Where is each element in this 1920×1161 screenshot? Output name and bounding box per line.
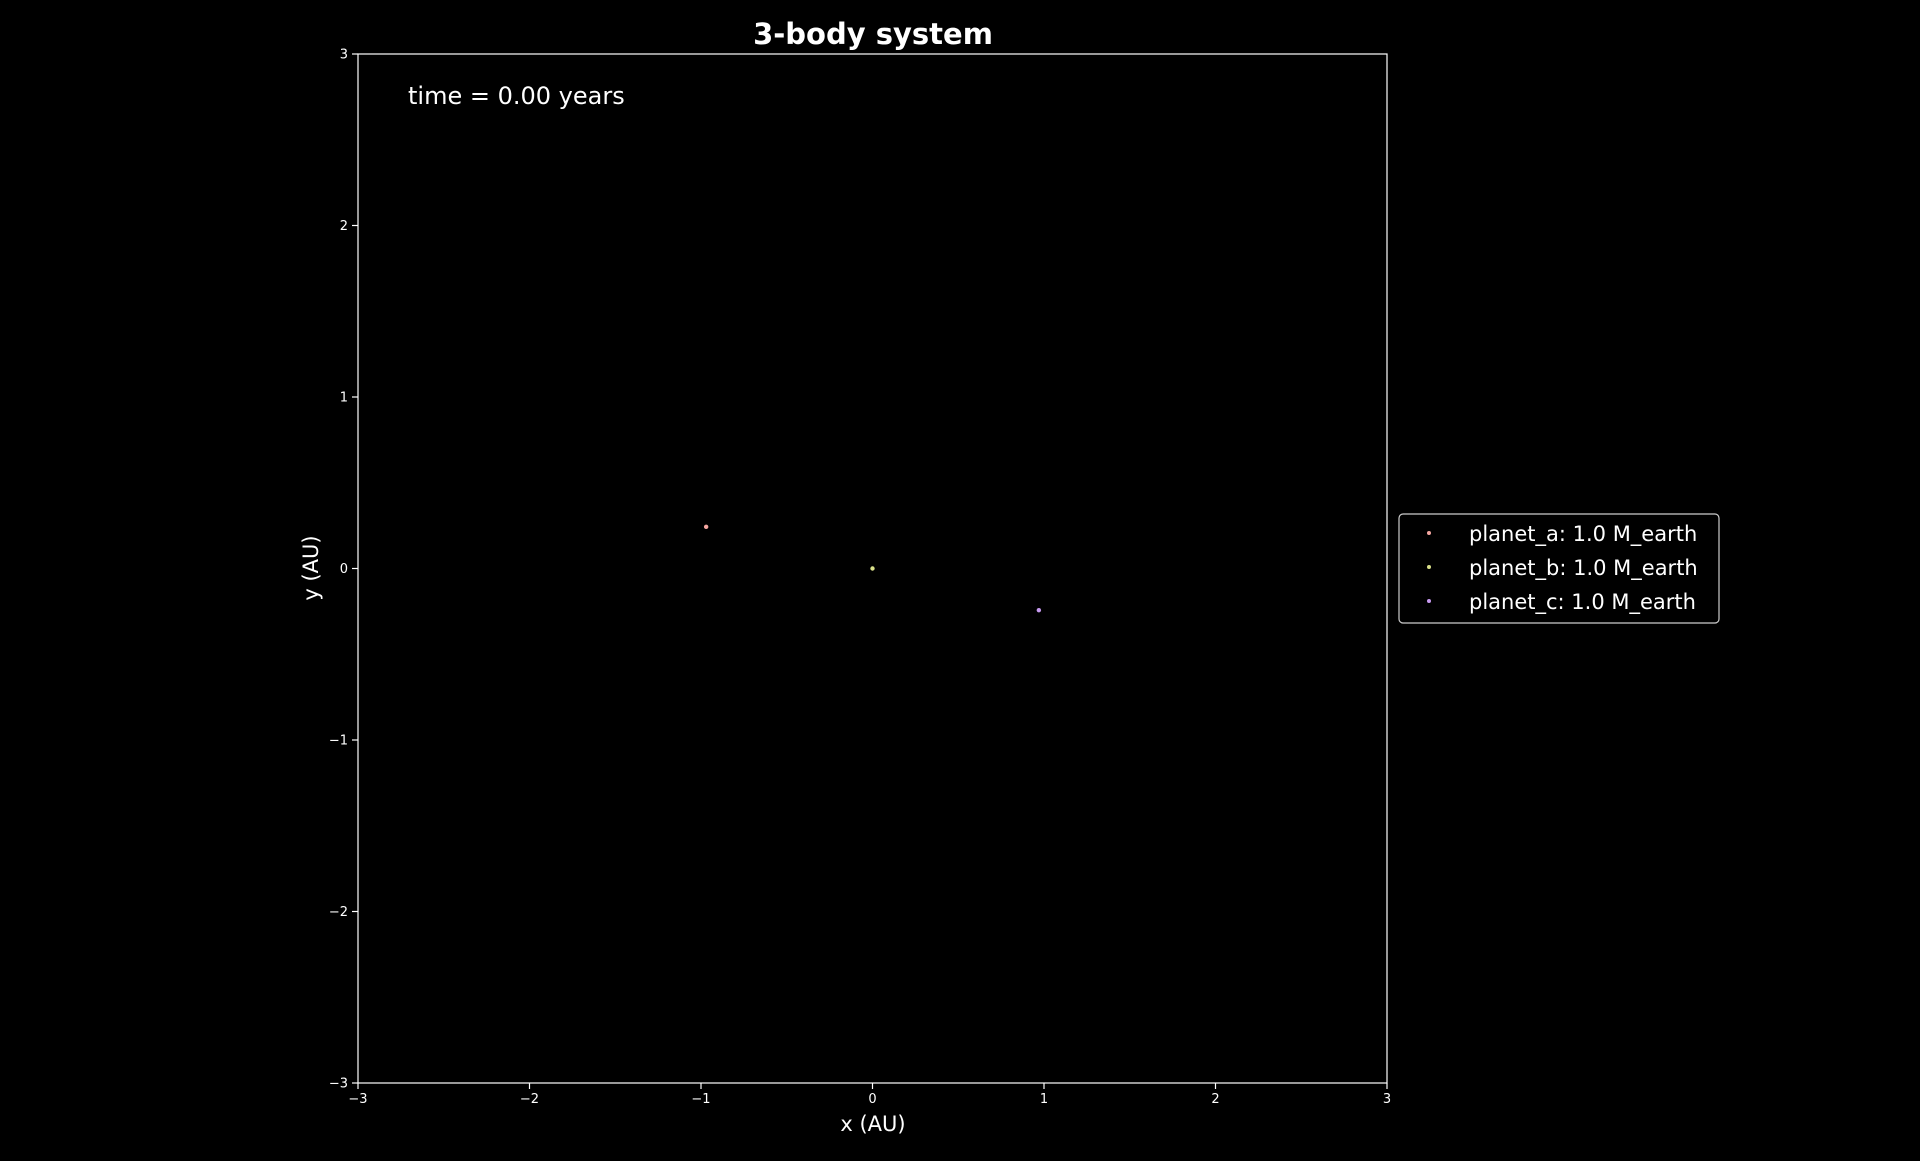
- x-tick-label: −2: [520, 1092, 539, 1107]
- x-tick-label: 0: [868, 1092, 876, 1107]
- x-axis-label: x (AU): [840, 1112, 905, 1136]
- x-tick-label: −1: [691, 1092, 710, 1107]
- x-tick-label: 1: [1040, 1092, 1048, 1107]
- time-annotation: time = 0.00 years: [408, 82, 625, 110]
- y-tick-label: 3: [340, 48, 348, 63]
- data-point: [1036, 607, 1042, 613]
- x-tick-label: 3: [1383, 1092, 1391, 1107]
- y-tick-label: 2: [340, 219, 348, 234]
- data-point: [870, 566, 875, 571]
- y-tick-label: 0: [340, 562, 348, 577]
- y-tick-label: −3: [329, 1077, 348, 1092]
- legend-marker: [1427, 531, 1431, 535]
- x-tick-label: −3: [348, 1092, 367, 1107]
- x-tick-label: 2: [1211, 1092, 1219, 1107]
- legend-label: planet_a: 1.0 M_earth: [1469, 522, 1697, 547]
- chart-figure: 3-body system −3 −2 −1 0 1 2 3 −3 −2 −1 0 1 2 3 x (A…: [0, 0, 1920, 1161]
- data-point: [703, 524, 709, 530]
- y-tick-label: −1: [329, 734, 348, 749]
- legend-marker: [1427, 565, 1431, 569]
- y-axis-label: y (AU): [299, 535, 323, 600]
- y-tick-label: −2: [329, 905, 348, 920]
- chart-title: 3-body system: [753, 17, 993, 51]
- y-tick-label: 1: [340, 391, 348, 406]
- legend-label: planet_b: 1.0 M_earth: [1469, 556, 1698, 581]
- legend: planet_a: 1.0 M_earth planet_b: 1.0 M_ear…: [1398, 513, 1720, 624]
- legend-label: planet_c: 1.0 M_earth: [1469, 590, 1696, 615]
- legend-marker: [1427, 599, 1431, 603]
